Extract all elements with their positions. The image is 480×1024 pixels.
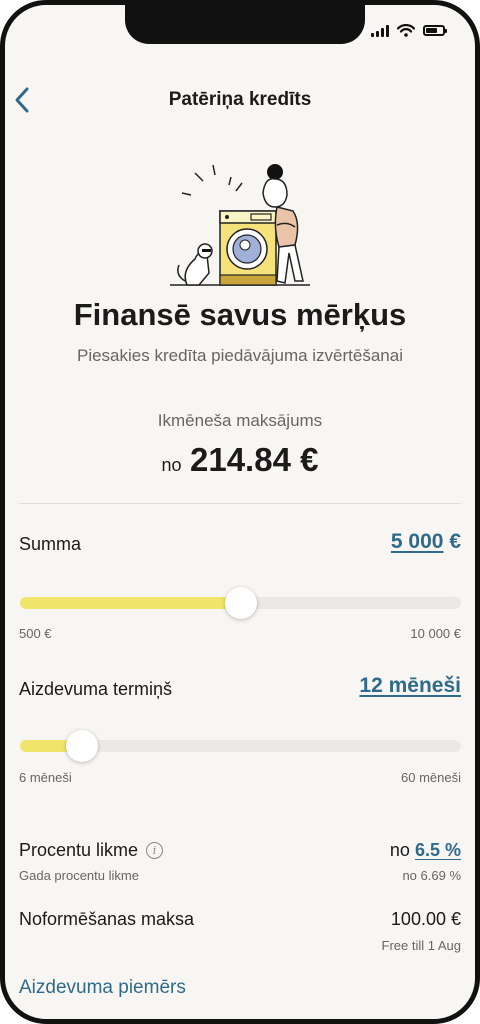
term-label: Aizdevuma termiņš (19, 679, 173, 699)
signal-icon (371, 24, 389, 37)
amount-value[interactable]: 5 000 € (391, 530, 461, 554)
interest-label-row: Procentu likme i (19, 840, 164, 861)
term-slider[interactable] (20, 730, 461, 762)
loan-example-link[interactable]: Aizdevuma piemērs (19, 977, 186, 999)
amount-currency: € (449, 530, 461, 553)
interest-rate-link[interactable]: 6.5 % (415, 840, 461, 860)
notch (125, 5, 365, 44)
term-max: 60 mēneši (401, 770, 461, 785)
amount-label: Summa (19, 534, 82, 554)
header: Patēriņa kredīts (5, 83, 475, 119)
page-title: Patēriņa kredīts (168, 89, 312, 110)
battery-icon (423, 25, 447, 36)
amount-slider-thumb[interactable] (224, 587, 257, 619)
monthly-payment-value: 214.84 € (190, 441, 319, 478)
term-value[interactable]: 12 mēneši (359, 674, 461, 698)
divider (19, 503, 461, 504)
monthly-payment-label: Ikmēneša maksājums (157, 411, 323, 430)
fee-note: Free till 1 Aug (381, 938, 462, 953)
wifi-icon (397, 24, 415, 37)
amount-slider-fill (20, 597, 241, 609)
interest-prefix: no (389, 840, 410, 860)
interest-value-row: no 6.5 % (390, 840, 461, 861)
washing-machine-illustration (170, 164, 310, 286)
term-number[interactable]: 12 mēneši (359, 674, 461, 697)
interest-label: Procentu likme (19, 840, 139, 860)
amount-min: 500 € (19, 626, 52, 641)
monthly-payment-prefix: no (161, 455, 182, 475)
info-icon[interactable]: i (146, 842, 164, 859)
hero-title: Finansē savus mērķus (73, 297, 407, 332)
amount-slider[interactable] (20, 587, 461, 619)
amount-max: 10 000 € (410, 626, 461, 641)
status-bar (371, 24, 447, 37)
monthly-payment: no 214.84 € (5, 441, 475, 479)
term-slider-thumb[interactable] (65, 730, 98, 762)
amount-number[interactable]: 5 000 (391, 530, 444, 553)
interest-sub-value: no 6.69 % (402, 868, 461, 883)
term-min: 6 mēneši (19, 770, 72, 785)
fee-label: Noformēšanas maksa (19, 909, 195, 929)
fee-value: 100.00 € (390, 909, 461, 929)
hero-subtitle: Piesakies kredīta piedāvājuma izvērtēšan… (76, 346, 403, 365)
phone-frame: Patēriņa kredīts Finansē savus mērķus Pi… (0, 0, 480, 1024)
interest-sublabel: Gada procentu likme (19, 868, 139, 883)
